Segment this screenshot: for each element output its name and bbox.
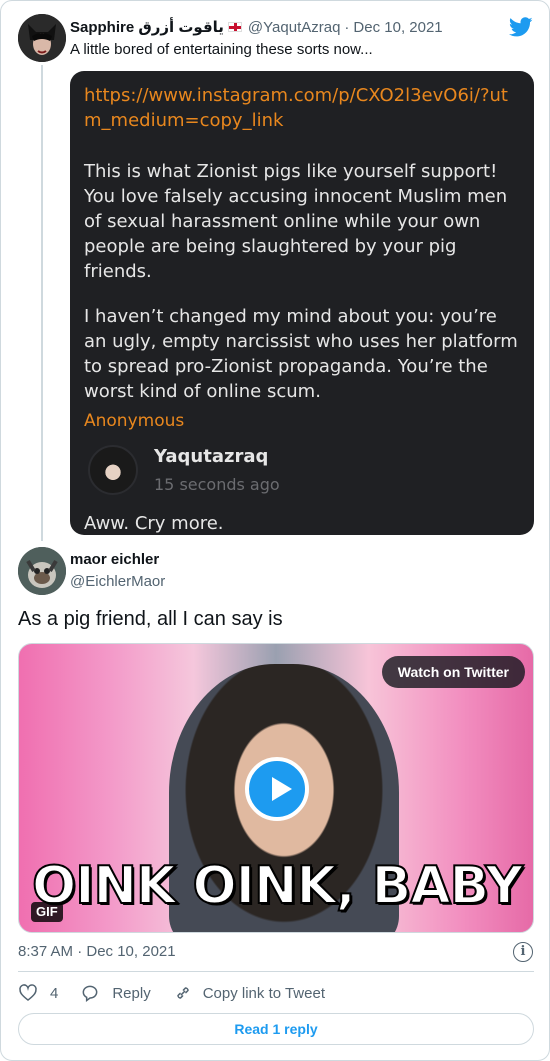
parent-avatar[interactable] <box>18 14 66 62</box>
message-sender: Anonymous <box>84 411 185 431</box>
info-icon[interactable]: i <box>513 942 533 962</box>
reply-user-avatar <box>88 445 138 495</box>
tweet-timestamp[interactable]: 8:37 AM · Dec 10, 2021 <box>18 943 176 960</box>
reply-button[interactable]: Reply <box>80 983 151 1003</box>
read-replies-button[interactable]: Read 1 reply <box>18 1013 534 1045</box>
instagram-link: https://www.instagram.com/p/CXO2l3evO6i/… <box>84 85 508 131</box>
reply-message: Aww. Cry more. <box>84 513 224 534</box>
message-paragraph-2: I haven’t changed my mind about you: you… <box>84 306 518 402</box>
like-count: 4 <box>50 984 59 1002</box>
heart-icon <box>19 984 37 1002</box>
action-bar: 4 Reply Copy link to Tweet <box>18 983 347 1003</box>
watch-on-twitter-button[interactable]: Watch on Twitter <box>381 656 525 688</box>
reply-label: Reply <box>112 984 151 1002</box>
attached-screenshot-image[interactable]: https://www.instagram.com/p/CXO2l3evO6i/… <box>70 71 534 535</box>
gif-media[interactable]: OINK OINK, BABY Watch on Twitter GIF <box>18 643 534 933</box>
reply-avatar[interactable] <box>18 547 66 595</box>
copy-link-label: Copy link to Tweet <box>202 984 325 1002</box>
parent-display-name[interactable]: Sapphire ياقوت أزرق <box>70 18 224 36</box>
message-paragraph-1: This is what Zionist pigs like yourself … <box>84 161 508 282</box>
reply-tweet-text: As a pig friend, all I can say is <box>18 608 283 630</box>
parent-handle[interactable]: @YaqutAzraq <box>248 19 341 36</box>
play-button-icon[interactable] <box>245 757 309 821</box>
parent-header: Sapphire ياقوت أزرق @YaqutAzraq · Dec 10… <box>70 17 443 37</box>
divider <box>18 971 534 972</box>
reply-username: Yaqutazraq <box>154 446 269 467</box>
tweet-embed-card: Sapphire ياقوت أزرق @YaqutAzraq · Dec 10… <box>0 0 550 1061</box>
link-icon <box>176 987 189 999</box>
separator-dot: · <box>344 18 350 36</box>
reply-bubble-icon <box>82 985 98 1002</box>
like-button[interactable]: 4 <box>18 983 58 1003</box>
england-flag-icon <box>227 22 242 32</box>
copy-link-button[interactable]: Copy link to Tweet <box>173 983 325 1003</box>
gif-caption: OINK OINK, BABY <box>31 855 524 917</box>
gif-badge: GIF <box>31 902 63 922</box>
twitter-bird-icon[interactable] <box>509 15 533 39</box>
reply-handle[interactable]: @EichlerMaor <box>70 573 165 590</box>
parent-date[interactable]: Dec 10, 2021 <box>353 19 442 36</box>
thread-line <box>41 65 43 541</box>
reply-time: 15 seconds ago <box>154 475 280 494</box>
parent-tweet-text: A little bored of entertaining these sor… <box>70 41 373 58</box>
reply-display-name[interactable]: maor eichler <box>70 551 159 568</box>
